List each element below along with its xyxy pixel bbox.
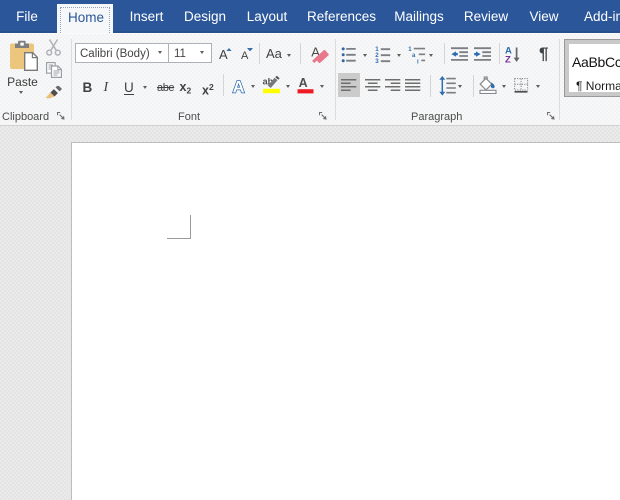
svg-text:a: a: [412, 53, 416, 59]
svg-text:i: i: [417, 59, 419, 64]
svg-text:Z: Z: [505, 55, 511, 63]
svg-text:3: 3: [375, 58, 379, 64]
svg-text:A: A: [233, 78, 245, 96]
svg-text:A: A: [299, 76, 308, 90]
